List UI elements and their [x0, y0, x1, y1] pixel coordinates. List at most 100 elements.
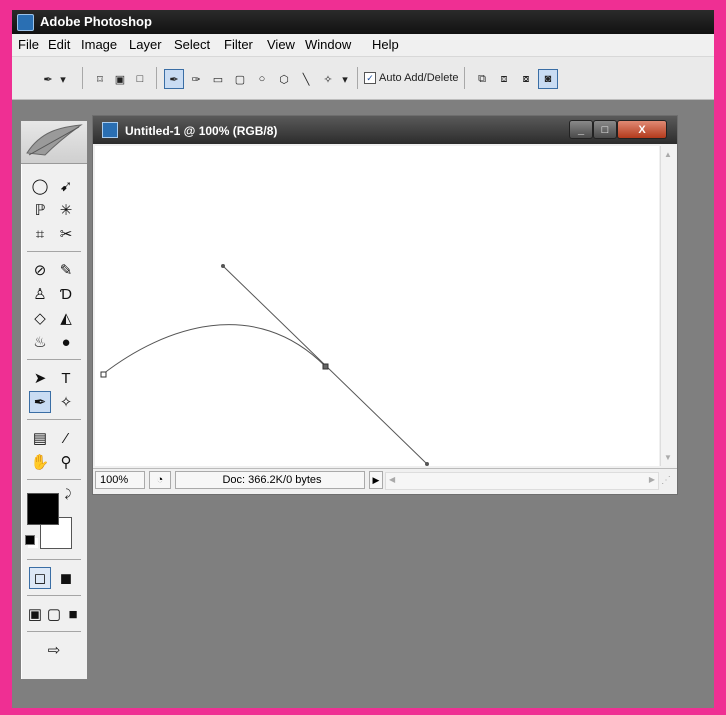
zoom-tool-icon[interactable]: ⚲ — [55, 451, 77, 473]
eraser-tool-icon[interactable]: ◇ — [29, 307, 51, 329]
feather-logo-icon — [26, 124, 83, 156]
geometry-options-dropdown-icon[interactable]: ▾ — [338, 69, 352, 89]
clone-stamp-tool-icon[interactable]: ♙ — [29, 283, 51, 305]
healing-brush-tool-icon[interactable]: ⊘ — [29, 259, 51, 281]
anchor-point-selected[interactable] — [322, 363, 329, 370]
menu-view[interactable]: View — [267, 37, 295, 52]
hand-tool-icon[interactable]: ✋ — [29, 451, 51, 473]
direction-handle[interactable] — [221, 264, 225, 268]
pen-path-drawing[interactable] — [95, 146, 659, 466]
freeform-pen-icon[interactable]: ✑ — [186, 69, 206, 89]
dodge-tool-icon[interactable]: ● — [55, 331, 77, 353]
jump-to-imageready-icon[interactable]: ⇨ — [41, 639, 67, 661]
app-title-bar: Adobe Photoshop — [12, 10, 714, 34]
direction-handle[interactable] — [425, 462, 429, 466]
horizontal-scrollbar[interactable]: ◀ ▶ — [385, 472, 659, 490]
scroll-down-arrow-icon[interactable]: ▼ — [664, 453, 672, 462]
toolbox-separator — [27, 559, 81, 560]
quick-mask-mode-icon[interactable]: ◼ — [55, 567, 77, 589]
toolbox-header — [21, 121, 87, 164]
menu-file[interactable]: File — [18, 37, 39, 52]
custom-shape-tool-icon[interactable]: ✧ — [55, 391, 77, 413]
exclude-overlapping-areas-icon[interactable]: ◙ — [538, 69, 558, 89]
options-separator — [156, 67, 157, 89]
brush-tool-icon[interactable]: ✎ — [55, 259, 77, 281]
document-info: Doc: 366.2K/0 bytes — [175, 471, 365, 489]
type-tool-icon[interactable]: T — [55, 367, 77, 389]
shape-layers-icon[interactable]: ⌑ — [90, 69, 110, 89]
crop-tool-icon[interactable]: ⌗ — [29, 223, 51, 245]
custom-shape-icon[interactable]: ✧ — [318, 69, 338, 89]
minimize-button[interactable]: _ — [569, 120, 593, 139]
status-bar: 100% ◔ Doc: 366.2K/0 bytes ▶ ◀ ▶ ⋰ — [93, 468, 677, 493]
anchor-point[interactable] — [100, 371, 107, 378]
toolbox-separator — [27, 419, 81, 420]
rounded-rectangle-icon[interactable]: ▢ — [230, 69, 250, 89]
options-bar: ✒ ▾ ⌑ ▣ □ ✒ ✑ ▭ ▢ ○ ⬡ ╲ ✧ ▾ ✓ Auto Add/D… — [12, 57, 714, 100]
close-button[interactable]: X — [617, 120, 667, 139]
blur-tool-icon[interactable]: ♨ — [29, 331, 51, 353]
full-screen-menu-mode-icon[interactable]: ▢ — [45, 603, 63, 625]
add-to-path-area-icon[interactable]: ⧉ — [472, 69, 492, 89]
default-colors-icon[interactable] — [25, 535, 35, 545]
document-title-bar[interactable]: Untitled-1 @ 100% (RGB/8) _ □ X — [93, 116, 677, 144]
notes-tool-icon[interactable]: ▤ — [29, 427, 51, 449]
paint-bucket-tool-icon[interactable]: ◭ — [55, 307, 77, 329]
scroll-left-arrow-icon[interactable]: ◀ — [389, 475, 395, 484]
document-window: Untitled-1 @ 100% (RGB/8) _ □ X ▲ ▼ 100%… — [92, 115, 678, 495]
vertical-scrollbar[interactable]: ▲ ▼ — [660, 146, 676, 466]
checkbox-check-icon[interactable]: ✓ — [364, 72, 376, 84]
menu-select[interactable]: Select — [174, 37, 210, 52]
menu-image[interactable]: Image — [81, 37, 117, 52]
polygon-icon[interactable]: ⬡ — [274, 69, 294, 89]
eyedropper-tool-icon[interactable]: ⁄ — [55, 427, 77, 449]
lasso-tool-icon[interactable]: ℙ — [29, 199, 51, 221]
subtract-from-path-area-icon[interactable]: ⧈ — [494, 69, 514, 89]
maximize-button[interactable]: □ — [593, 120, 617, 139]
menu-bar: File Edit Image Layer Select Filter View… — [12, 34, 714, 57]
magic-wand-tool-icon[interactable]: ✳ — [55, 199, 77, 221]
document-icon — [102, 122, 118, 138]
scroll-right-arrow-icon[interactable]: ▶ — [649, 475, 655, 484]
full-screen-mode-icon[interactable]: ■ — [64, 603, 82, 625]
scroll-up-arrow-icon[interactable]: ▲ — [664, 150, 672, 159]
swap-colors-icon[interactable]: ⤸ — [61, 487, 75, 501]
toolbox-separator — [27, 631, 81, 632]
slice-tool-icon[interactable]: ✂ — [55, 223, 77, 245]
fill-pixels-icon[interactable]: □ — [130, 69, 150, 89]
ellipse-icon[interactable]: ○ — [252, 69, 272, 89]
intersect-path-areas-icon[interactable]: ⧇ — [516, 69, 536, 89]
history-brush-tool-icon[interactable]: Ɗ — [55, 283, 77, 305]
options-separator — [357, 67, 358, 89]
pen-tool-option-icon[interactable]: ✒ — [164, 69, 184, 89]
photoshop-screenshot: Adobe Photoshop File Edit Image Layer Se… — [12, 10, 714, 708]
toolbox-separator — [27, 251, 81, 252]
menu-help[interactable]: Help — [372, 37, 399, 52]
paths-mode-icon[interactable]: ▣ — [110, 69, 130, 89]
menu-layer[interactable]: Layer — [129, 37, 162, 52]
rectangle-icon[interactable]: ▭ — [208, 69, 228, 89]
auto-add-delete-checkbox[interactable]: ✓ Auto Add/Delete — [364, 69, 459, 87]
menu-edit[interactable]: Edit — [48, 37, 70, 52]
menu-filter[interactable]: Filter — [224, 37, 253, 52]
pen-tool-icon[interactable]: ✒ — [29, 391, 51, 413]
zoom-navigator-icon[interactable]: ◔ — [149, 471, 171, 489]
tools-palette: ◯ ➹ ℙ ✳ ⌗ ✂ ⊘ ✎ ♙ Ɗ ◇ ◭ ♨ ● ➤ T ✒ ✧ ▤ ⁄ … — [20, 120, 88, 680]
pen-tool-preset-icon[interactable]: ✒ — [38, 69, 58, 89]
zoom-level-field[interactable]: 100% — [95, 471, 145, 489]
move-tool-icon[interactable]: ➹ — [55, 175, 77, 197]
marquee-tool-icon[interactable]: ◯ — [29, 175, 51, 197]
resize-grip-icon[interactable]: ⋰ — [661, 475, 671, 486]
app-title: Adobe Photoshop — [40, 14, 152, 29]
menu-window[interactable]: Window — [305, 37, 351, 52]
foreground-color-swatch[interactable] — [27, 493, 59, 525]
path-selection-tool-icon[interactable]: ➤ — [29, 367, 51, 389]
standard-mode-icon[interactable]: ◻ — [29, 567, 51, 589]
standard-screen-mode-icon[interactable]: ▣ — [26, 603, 44, 625]
status-menu-arrow-icon[interactable]: ▶ — [369, 471, 383, 489]
canvas-area[interactable] — [95, 146, 659, 466]
toolbox-separator — [27, 359, 81, 360]
tool-preset-dropdown-icon[interactable]: ▾ — [56, 69, 70, 89]
line-icon[interactable]: ╲ — [296, 69, 316, 89]
toolbox-separator — [27, 595, 81, 596]
